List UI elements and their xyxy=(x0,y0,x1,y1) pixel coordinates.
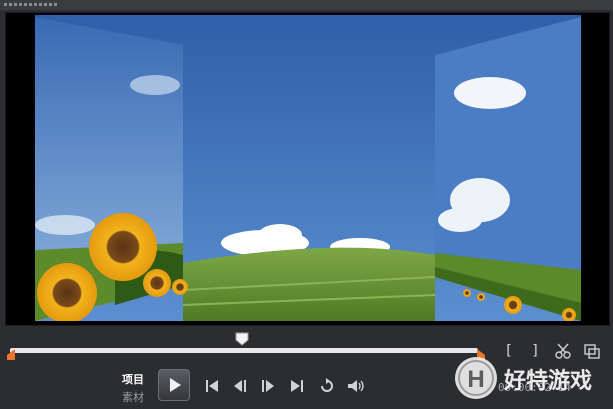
volume-icon[interactable] xyxy=(346,377,366,395)
watermark-logo: H 好特游戏 xyxy=(455,357,592,399)
scrubber-track[interactable] xyxy=(10,348,478,353)
next-frame-icon[interactable] xyxy=(258,377,278,395)
grip-icon[interactable] xyxy=(4,3,57,6)
previous-frame-icon[interactable] xyxy=(230,377,250,395)
repeat-icon[interactable] xyxy=(317,377,337,395)
clip-mode-label[interactable]: 素材 xyxy=(122,389,144,407)
play-icon xyxy=(170,378,181,392)
watermark-logo-letter: H xyxy=(467,366,484,393)
project-mode-label[interactable]: 项目 xyxy=(122,371,144,389)
sunflower-field-image xyxy=(35,15,581,321)
video-preview xyxy=(5,12,610,326)
go-to-end-icon[interactable] xyxy=(287,377,307,395)
mode-selector: 项目 素材 xyxy=(122,371,144,407)
trim-start-marker[interactable] xyxy=(6,347,16,361)
play-button[interactable] xyxy=(158,369,190,401)
scrubber-handle[interactable] xyxy=(235,332,249,346)
preview-frame xyxy=(35,15,581,321)
watermark-text: 好特游戏 xyxy=(503,368,592,394)
title-bar xyxy=(0,0,613,10)
go-to-start-icon[interactable] xyxy=(202,377,222,395)
